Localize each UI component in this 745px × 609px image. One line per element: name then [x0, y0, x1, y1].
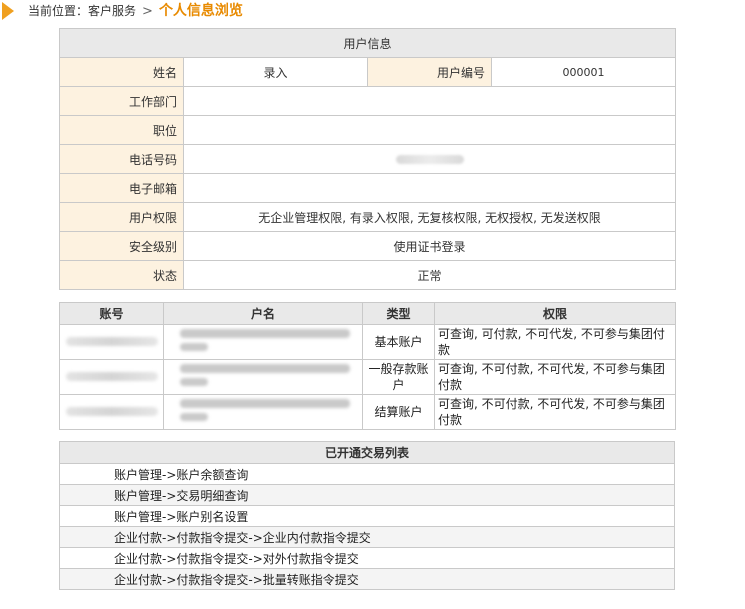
security-value: 使用证书登录: [182, 231, 677, 261]
name-label: 姓名: [59, 57, 184, 87]
redacted-account-name: [176, 361, 351, 389]
redacted-account-no: [65, 337, 158, 346]
breadcrumb-parent[interactable]: 客户服务: [88, 4, 136, 18]
account-type: 基本账户: [362, 324, 435, 360]
breadcrumb-prefix: 当前位置：: [28, 4, 89, 18]
position-label: 职位: [59, 115, 184, 145]
table-row: 结算账户 可查询, 不可付款, 不可代发, 不可参与集团付款: [59, 394, 676, 430]
account-no: [59, 394, 164, 430]
dept-value: [182, 86, 677, 116]
redacted-phone: [395, 155, 464, 164]
account-type: 结算账户: [362, 394, 435, 430]
perm-value: 无企业管理权限, 有录入权限, 无复核权限, 无权授权, 无发送权限: [182, 202, 677, 232]
trade-list-table: 已开通交易列表 账户管理->账户余额查询 账户管理->交易明细查询 账户管理->…: [59, 441, 675, 590]
list-item: 账户管理->账户余额查询: [59, 463, 675, 485]
account-type: 一般存款账户: [362, 359, 435, 395]
breadcrumb-current: 个人信息浏览: [158, 3, 243, 19]
col-header-name: 户名: [163, 302, 363, 325]
account-name: [163, 359, 363, 395]
account-no: [59, 359, 164, 395]
account-table: 账号 户名 类型 权限 基本账户 可查询, 可付款, 不可代发, 不可参与集团付…: [59, 302, 676, 430]
name-value: 录入: [183, 57, 368, 87]
redacted-account-name: [176, 396, 351, 424]
breadcrumb-separator: >: [142, 4, 153, 19]
phone-value: [182, 144, 677, 174]
status-label: 状态: [59, 260, 184, 290]
account-name: [163, 394, 363, 430]
table-row: 基本账户 可查询, 可付款, 不可代发, 不可参与集团付款: [59, 324, 676, 360]
list-item: 企业付款->付款指令提交->批量转账指令提交: [59, 568, 675, 590]
account-perm: 可查询, 不可付款, 不可代发, 不可参与集团付款: [434, 394, 676, 430]
trade-list-title: 已开通交易列表: [59, 441, 675, 464]
user-no-value: 000001: [490, 57, 677, 87]
user-info-table: 用户信息 姓名 录入 用户编号 000001 工作部门 职位 电话号码 电子邮箱…: [58, 28, 677, 290]
account-name: [163, 324, 363, 360]
security-label: 安全级别: [59, 231, 184, 261]
list-item: 企业付款->付款指令提交->对外付款指令提交: [59, 547, 675, 569]
list-item: 账户管理->交易明细查询: [59, 484, 675, 506]
list-item: 账户管理->账户别名设置: [59, 505, 675, 527]
col-header-account: 账号: [59, 302, 164, 325]
phone-label: 电话号码: [59, 144, 184, 174]
redacted-account-no: [65, 372, 158, 381]
status-value: 正常: [182, 260, 677, 290]
table-row: 一般存款账户 可查询, 不可付款, 不可代发, 不可参与集团付款: [59, 359, 676, 395]
account-perm: 可查询, 不可付款, 不可代发, 不可参与集团付款: [434, 359, 676, 395]
email-label: 电子邮箱: [59, 173, 184, 203]
email-value: [182, 173, 677, 203]
account-perm: 可查询, 可付款, 不可代发, 不可参与集团付款: [434, 324, 676, 360]
account-no: [59, 324, 164, 360]
list-item: 企业付款->付款指令提交->企业内付款指令提交: [59, 526, 675, 548]
col-header-perm: 权限: [434, 302, 676, 325]
perm-label: 用户权限: [59, 202, 184, 232]
redacted-account-no: [65, 407, 158, 416]
position-value: [182, 115, 677, 145]
redacted-account-name: [176, 326, 351, 354]
col-header-type: 类型: [362, 302, 435, 325]
breadcrumb: 当前位置：客户服务 > 个人信息浏览: [0, 0, 745, 24]
dept-label: 工作部门: [59, 86, 184, 116]
user-no-label: 用户编号: [367, 57, 492, 87]
user-info-title: 用户信息: [58, 28, 677, 58]
arrow-icon: [2, 2, 14, 20]
